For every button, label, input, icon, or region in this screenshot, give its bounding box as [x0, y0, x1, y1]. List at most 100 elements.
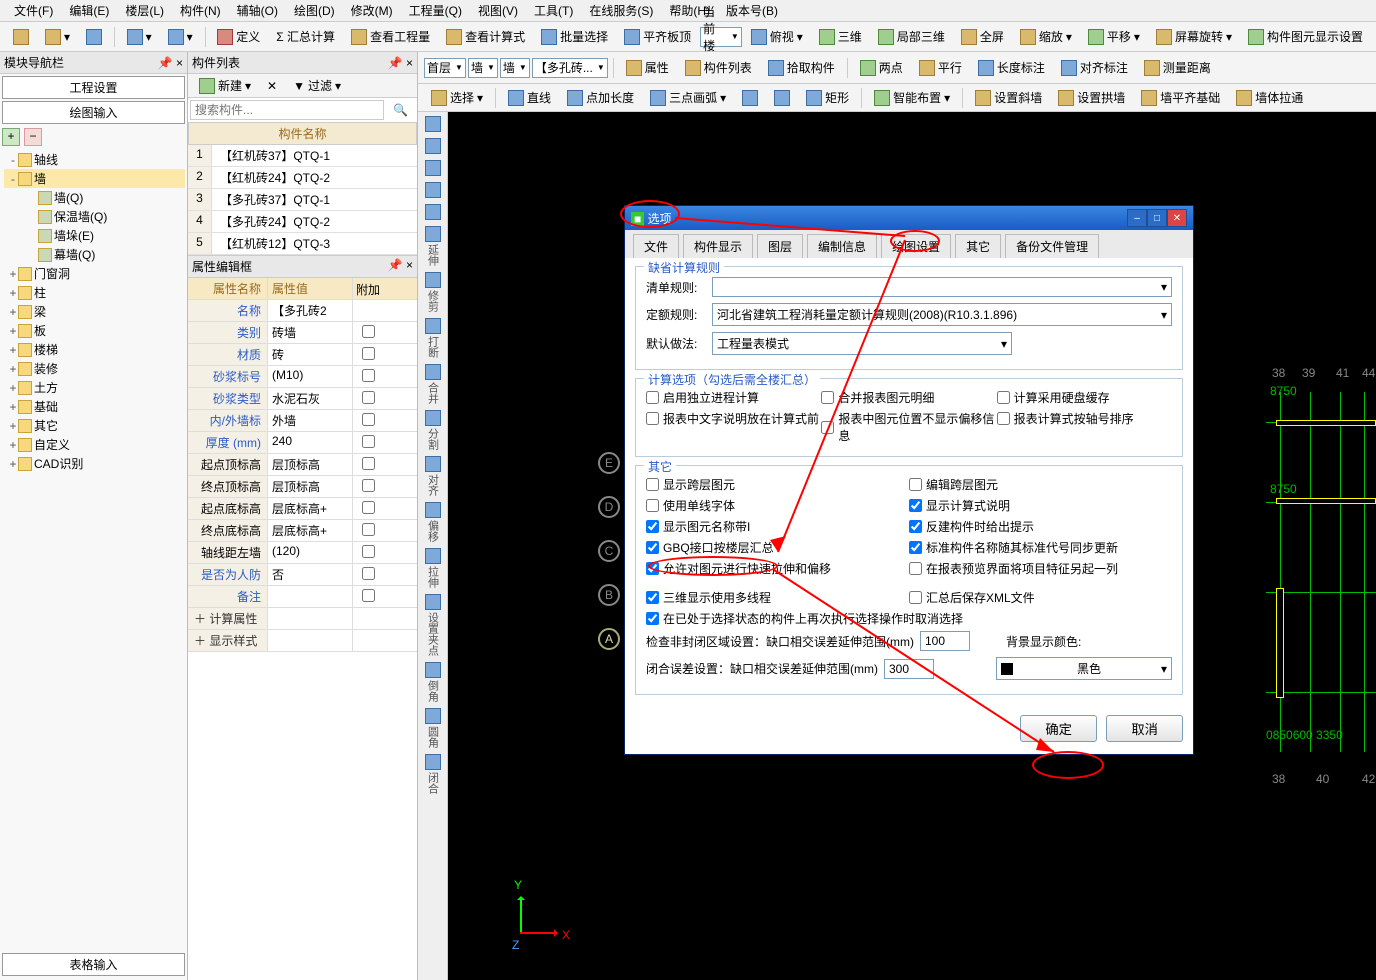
vtool-icon-1[interactable]: [421, 138, 445, 154]
tree-toggle-icon[interactable]: +: [8, 286, 18, 300]
prop-extra-checkbox[interactable]: [362, 435, 375, 448]
menu-file[interactable]: 文件(F): [8, 0, 59, 21]
default-method-select[interactable]: 工程量表模式▾: [712, 332, 1012, 355]
tree-item[interactable]: +楼梯: [4, 340, 185, 359]
parallel-button[interactable]: 平行: [912, 56, 969, 79]
vtool-偏移[interactable]: 偏移: [421, 502, 445, 542]
category-dropdown[interactable]: 墙: [468, 58, 498, 78]
top-view-button[interactable]: 俯视▾: [744, 25, 810, 48]
save-icon[interactable]: [79, 26, 109, 48]
vtool-icon-4[interactable]: [421, 204, 445, 220]
display-config-button[interactable]: 构件图元显示设置: [1241, 25, 1370, 48]
undo-icon[interactable]: ▾: [120, 26, 159, 48]
point-ext-button[interactable]: 点加长度: [560, 86, 641, 109]
menu-draw[interactable]: 绘图(D): [288, 0, 341, 21]
new-icon[interactable]: [6, 26, 36, 48]
dialog-titlebar[interactable]: ■ 选项 – □ ✕: [625, 206, 1193, 230]
pin-icon[interactable]: 📌 ×: [158, 56, 183, 70]
prop-extra-checkbox[interactable]: [362, 545, 375, 558]
chk-rebuild-hint[interactable]: 反建构件时给出提示: [909, 518, 1172, 535]
menu-online[interactable]: 在线服务(S): [583, 0, 659, 21]
prop-calc-expand[interactable]: ＋ 计算属性: [188, 608, 417, 630]
property-row[interactable]: 轴线距左墙(120): [188, 542, 417, 564]
prop-extra-checkbox[interactable]: [362, 589, 375, 602]
menu-version[interactable]: 版本号(B): [720, 0, 784, 21]
redo-icon[interactable]: ▾: [161, 26, 200, 48]
vtool-icon-2[interactable]: [421, 160, 445, 176]
gap-input[interactable]: 300: [884, 659, 934, 679]
pick-tool-button[interactable]: 拾取构件: [761, 56, 842, 79]
component-row[interactable]: 4【多孔砖24】QTQ-2: [188, 211, 417, 233]
tab-component-display[interactable]: 构件显示: [683, 234, 753, 258]
prop-extra-checkbox[interactable]: [362, 325, 375, 338]
floor-dropdown[interactable]: 首层: [424, 58, 466, 78]
tab-draw-settings[interactable]: 绘图设置: [881, 234, 951, 258]
prop-value[interactable]: 层底标高+: [268, 498, 353, 519]
menu-view[interactable]: 视图(V): [472, 0, 524, 21]
chk-std-sync[interactable]: 标准构件名称随其标准代号同步更新: [909, 539, 1172, 556]
bgcolor-select[interactable]: 黑色▾: [996, 657, 1172, 680]
sum-button[interactable]: Σ 汇总计算: [269, 25, 342, 48]
property-row[interactable]: 砂浆类型水泥石灰: [188, 388, 417, 410]
screen-rotate-button[interactable]: 屏幕旋转▾: [1149, 25, 1239, 48]
prop-extra-checkbox[interactable]: [362, 369, 375, 382]
two-point-button[interactable]: 两点: [853, 56, 910, 79]
open-icon[interactable]: ▾: [38, 26, 77, 48]
tree-item[interactable]: +柱: [4, 283, 185, 302]
chk-show-name-i[interactable]: 显示图元名称带I: [646, 518, 909, 535]
tree-toggle-icon[interactable]: +: [8, 400, 18, 414]
vtool-设置夹点[interactable]: 设置夹点: [421, 594, 445, 656]
vtool-icon-3[interactable]: [421, 182, 445, 198]
batch-select-button[interactable]: 批量选择: [534, 25, 615, 48]
closed-gap-input[interactable]: 100: [920, 631, 970, 651]
tree-toggle-icon[interactable]: +: [8, 438, 18, 452]
list-rule-select[interactable]: ▾: [712, 277, 1172, 297]
property-row[interactable]: 砂浆标号(M10): [188, 366, 417, 388]
vtool-倒角[interactable]: 倒角: [421, 662, 445, 702]
complist-tool-button[interactable]: 构件列表: [678, 56, 759, 79]
chk-gbq-floor[interactable]: GBQ接口按楼层汇总: [646, 539, 909, 556]
tree-item[interactable]: 保温墙(Q): [4, 207, 185, 226]
tree-toggle-icon[interactable]: +: [8, 362, 18, 376]
chk-autonomous[interactable]: 启用独立进程计算: [646, 389, 821, 406]
sq1-icon[interactable]: [735, 87, 765, 109]
floor-select[interactable]: 当前楼层: [700, 27, 742, 47]
length-dim-button[interactable]: 长度标注: [971, 56, 1052, 79]
prop-extra-checkbox[interactable]: [362, 457, 375, 470]
pan-button[interactable]: 平移▾: [1081, 25, 1147, 48]
vtool-圆角[interactable]: 圆角: [421, 708, 445, 748]
prop-extra-checkbox[interactable]: [362, 523, 375, 536]
tree-item[interactable]: +板: [4, 321, 185, 340]
prop-value[interactable]: (120): [268, 542, 353, 563]
tree-item[interactable]: 墙(Q): [4, 188, 185, 207]
tree-item[interactable]: +自定义: [4, 435, 185, 454]
tree-toggle-icon[interactable]: -: [8, 153, 18, 167]
pin-icon[interactable]: 📌 ×: [388, 258, 413, 275]
vtool-延伸[interactable]: 延伸: [421, 226, 445, 266]
prop-extra-checkbox[interactable]: [362, 347, 375, 360]
chk-feature-newline[interactable]: 在报表预览界面将项目特征另起一列: [909, 560, 1172, 577]
tree-item[interactable]: +装修: [4, 359, 185, 378]
chk-cross-floor[interactable]: 显示跨层图元: [646, 476, 909, 493]
offset-button[interactable]: 墙平齐基础: [1134, 86, 1227, 109]
level-top-button[interactable]: 平齐板顶: [617, 25, 698, 48]
chk-hide-offset[interactable]: 报表中图元位置不显示偏移信息: [821, 410, 996, 444]
tree-toggle-icon[interactable]: +: [8, 267, 18, 281]
pin-icon[interactable]: 📌 ×: [388, 56, 413, 70]
category2-dropdown[interactable]: 墙: [500, 58, 530, 78]
view-calc-button[interactable]: 查看计算式: [439, 25, 532, 48]
menu-tools[interactable]: 工具(T): [528, 0, 579, 21]
tree-expand-button[interactable]: +: [2, 128, 20, 146]
property-row[interactable]: 厚度 (mm)240: [188, 432, 417, 454]
prop-value[interactable]: 【多孔砖2: [268, 300, 353, 321]
prop-value[interactable]: 砖墙: [268, 322, 353, 343]
tree-toggle-icon[interactable]: +: [8, 343, 18, 357]
property-row[interactable]: 起点顶标高层顶标高: [188, 454, 417, 476]
property-row[interactable]: 备注: [188, 586, 417, 608]
align-dim-button[interactable]: 对齐标注: [1054, 56, 1135, 79]
component-row[interactable]: 2【红机砖24】QTQ-2: [188, 167, 417, 189]
rect-button[interactable]: 矩形: [799, 86, 856, 109]
tab-table-input[interactable]: 表格输入: [2, 953, 185, 976]
tab-layer[interactable]: 图层: [757, 234, 803, 258]
view-qty-button[interactable]: 查看工程量: [344, 25, 437, 48]
